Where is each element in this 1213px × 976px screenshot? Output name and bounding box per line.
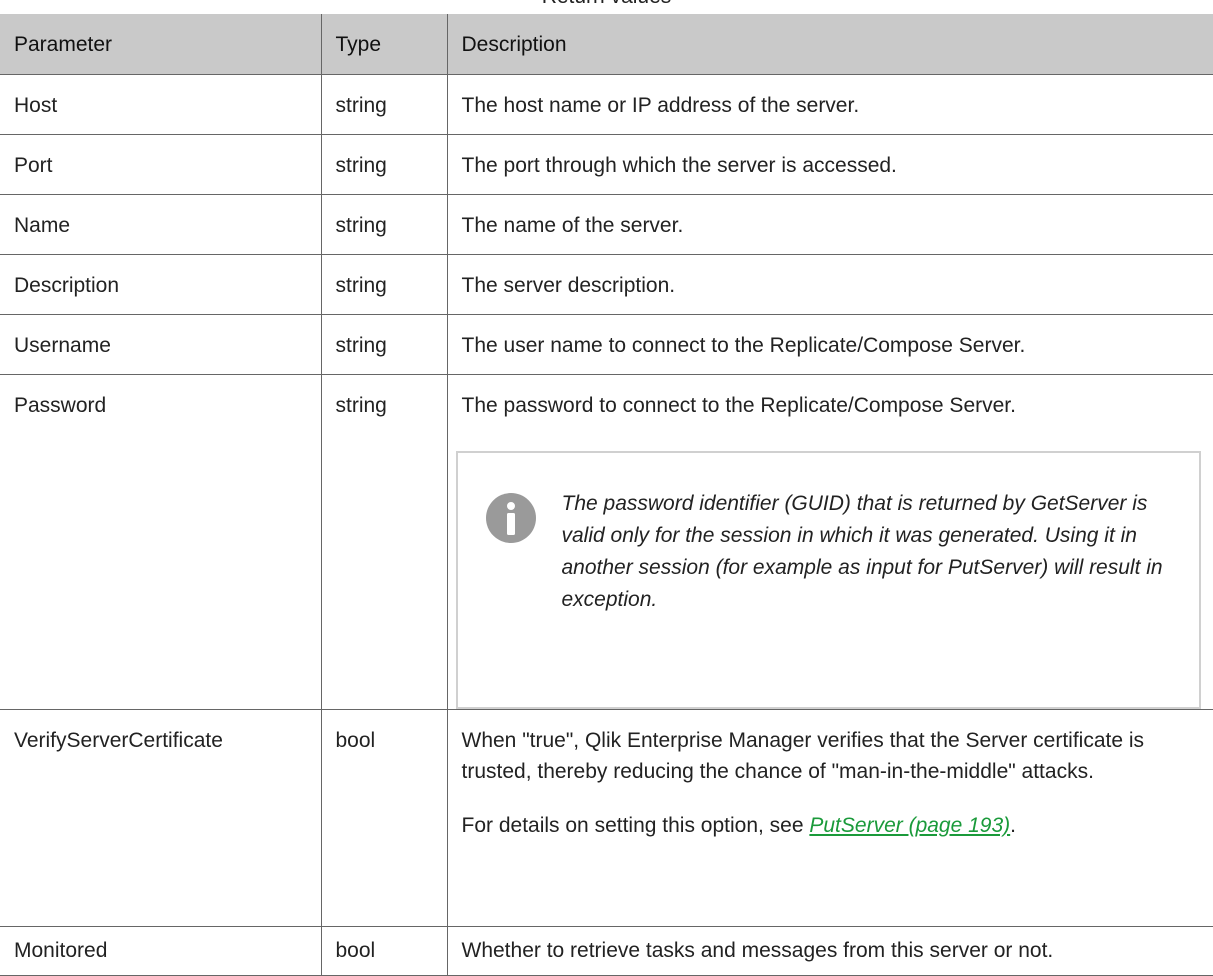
table-row: Host string The host name or IP address … <box>0 75 1213 135</box>
cell-parameter: Username <box>0 315 321 375</box>
table-row: Port string The port through which the s… <box>0 135 1213 195</box>
cell-parameter: Password <box>0 375 321 710</box>
cell-description: The password to connect to the Replicate… <box>447 375 1213 710</box>
header-row: Parameter Type Description <box>0 14 1213 75</box>
cell-description: The server description. <box>447 255 1213 315</box>
cell-description: Whether to retrieve tasks and messages f… <box>447 927 1213 976</box>
cell-parameter: Description <box>0 255 321 315</box>
description-text: When "true", Qlik Enterprise Manager ver… <box>462 725 1213 787</box>
return-values-table: Parameter Type Description Host string T… <box>0 14 1213 976</box>
cell-description: The name of the server. <box>447 195 1213 255</box>
table-row: Description string The server descriptio… <box>0 255 1213 315</box>
details-suffix: . <box>1010 814 1016 837</box>
cell-type: string <box>321 375 447 710</box>
putserver-link[interactable]: PutServer (page 193) <box>809 814 1010 837</box>
cell-parameter: Name <box>0 195 321 255</box>
cell-parameter: Host <box>0 75 321 135</box>
table-caption: Return values <box>0 0 1213 8</box>
table-row: Monitored bool Whether to retrieve tasks… <box>0 927 1213 976</box>
cell-type: string <box>321 255 447 315</box>
description-text: The password to connect to the Replicate… <box>462 390 1213 421</box>
note-box: The password identifier (GUID) that is r… <box>456 451 1202 709</box>
table-row: Password string The password to connect … <box>0 375 1213 710</box>
cell-type: string <box>321 75 447 135</box>
header-parameter: Parameter <box>0 14 321 75</box>
cell-description: The host name or IP address of the serve… <box>447 75 1213 135</box>
details-paragraph: For details on setting this option, see … <box>462 810 1213 841</box>
cell-type: bool <box>321 710 447 927</box>
cell-type: string <box>321 195 447 255</box>
header-type: Type <box>321 14 447 75</box>
details-prefix: For details on setting this option, see <box>462 814 810 837</box>
info-icon <box>486 493 536 543</box>
cell-parameter: Port <box>0 135 321 195</box>
cell-parameter: VerifyServerCertificate <box>0 710 321 927</box>
cell-description: The user name to connect to the Replicat… <box>447 315 1213 375</box>
cell-description: When "true", Qlik Enterprise Manager ver… <box>447 710 1213 927</box>
cell-type: string <box>321 135 447 195</box>
table-row: Username string The user name to connect… <box>0 315 1213 375</box>
note-text: The password identifier (GUID) that is r… <box>562 488 1186 616</box>
table-row: Name string The name of the server. <box>0 195 1213 255</box>
cell-description: The port through which the server is acc… <box>447 135 1213 195</box>
header-description: Description <box>447 14 1213 75</box>
table-row: VerifyServerCertificate bool When "true"… <box>0 710 1213 927</box>
cell-parameter: Monitored <box>0 927 321 976</box>
cell-type: bool <box>321 927 447 976</box>
cell-type: string <box>321 315 447 375</box>
